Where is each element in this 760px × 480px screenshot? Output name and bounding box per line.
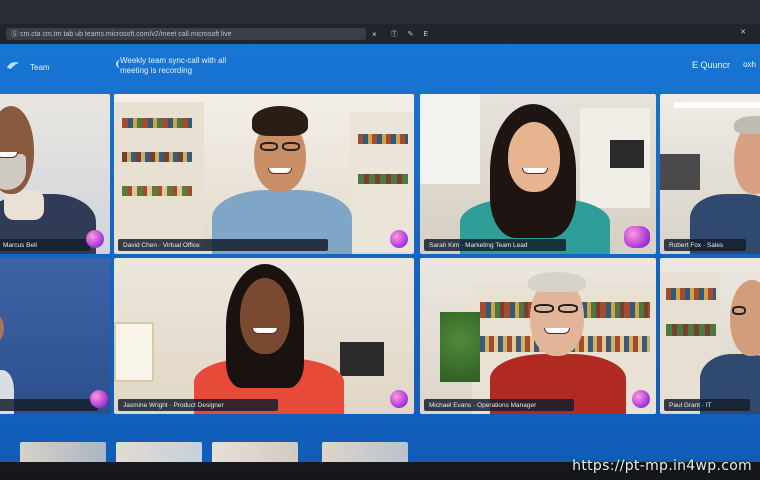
address-text: Ⓢ cm.cta cm.tm tab ub teams.microsoft.co… [11,31,232,38]
close-icon[interactable]: ✕ [740,28,746,36]
thumbnail[interactable] [322,442,408,462]
name-bar [0,399,98,411]
participant-name: Marcus Bell [0,239,90,251]
meeting-header: Team Weekly team sync-call with all meet… [0,50,760,90]
participant-video [460,94,620,254]
video-tile-2[interactable]: David Chen · Virtual Office [114,94,414,254]
clear-address-icon[interactable]: × [372,30,377,39]
participant-name: Sarah Kim · Marketing Team Lead [424,239,566,251]
participant-video [690,94,760,254]
reaction-icon [90,390,108,408]
video-tile-6[interactable]: Jasmine Wright · Product Designer [114,258,414,414]
browser-toolbar: Ⓢ cm.cta cm.tm tab ub teams.microsoft.co… [0,24,760,44]
app-window: Ⓢ cm.cta cm.tm tab ub teams.microsoft.co… [0,24,760,462]
more-options-button[interactable]: oxh [743,60,756,69]
tab-icon[interactable]: Ⓣ [391,29,398,39]
thumbnail[interactable] [116,442,202,462]
reaction-icon [632,390,650,408]
participant-video [194,258,344,414]
video-tile-4[interactable]: Robert Fox · Sales [660,94,760,254]
meeting-title: Weekly team sync-call with all meeting i… [120,56,300,76]
participant-video [700,258,760,414]
thumbnail[interactable] [20,442,106,462]
participant-video [490,258,630,414]
thumbnail[interactable] [212,442,298,462]
video-tile-7[interactable]: Michael Evans · Operations Manager [420,258,656,414]
pin-icon[interactable]: ✎ [408,30,414,38]
video-tile-1[interactable]: Marcus Bell [0,94,110,254]
reaction-icon [86,230,104,248]
participant-video [204,94,354,254]
participant-name: Robert Fox · Sales [664,239,746,251]
reaction-icon [390,230,408,248]
tab-label[interactable]: E [424,31,429,38]
app-name[interactable]: Team [30,63,50,72]
participants-button[interactable]: E Quuncr [692,60,730,70]
participant-name: Jasmine Wright · Product Designer [118,399,278,411]
meeting-title-line1: Weekly team sync-call with all [120,56,227,65]
participant-name: Paul Grant · IT [664,399,750,411]
address-bar[interactable]: Ⓢ cm.cta cm.tm tab ub teams.microsoft.co… [6,28,366,40]
video-tile-8[interactable]: Paul Grant · IT [660,258,760,414]
video-grid: Marcus Bell David Chen · Virtual Office [0,94,760,434]
reaction-icon [624,226,650,248]
reaction-icon [390,390,408,408]
video-tile-3[interactable]: Sarah Kim · Marketing Team Lead [420,94,656,254]
teams-logo-icon[interactable] [6,60,20,70]
video-tile-5[interactable] [0,258,110,414]
participant-name: Michael Evans · Operations Manager [424,399,574,411]
participant-name: David Chen · Virtual Office [118,239,328,251]
watermark-url: https://pt-mp.in4wp.com [572,458,752,474]
meeting-title-line2: meeting is recording [120,66,193,75]
